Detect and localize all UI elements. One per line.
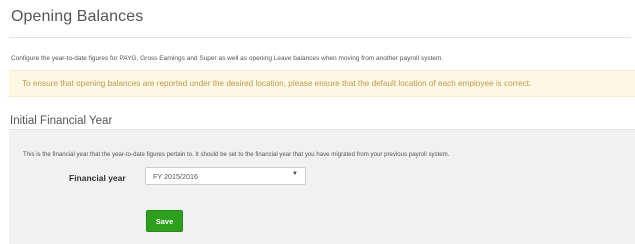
financial-year-panel: This is the financial year that the year… <box>9 129 635 244</box>
section-title: Initial Financial Year <box>10 115 113 127</box>
location-alert: To ensure that opening balances are repo… <box>9 70 635 97</box>
caret-down-icon: ▼ <box>292 171 298 177</box>
financial-year-label: Financial year <box>69 173 126 183</box>
financial-year-select-value: FY 2015/2016 <box>153 172 199 181</box>
title-divider <box>9 37 631 38</box>
page-title: Opening Balances <box>11 8 144 25</box>
page-description: Configure the year-to-date figures for P… <box>11 55 444 62</box>
panel-description: This is the financial year that the year… <box>23 151 450 158</box>
alert-text: To ensure that opening balances are repo… <box>22 79 532 88</box>
save-button[interactable]: Save <box>146 210 183 232</box>
financial-year-select[interactable]: FY 2015/2016 ▼ <box>145 167 306 185</box>
